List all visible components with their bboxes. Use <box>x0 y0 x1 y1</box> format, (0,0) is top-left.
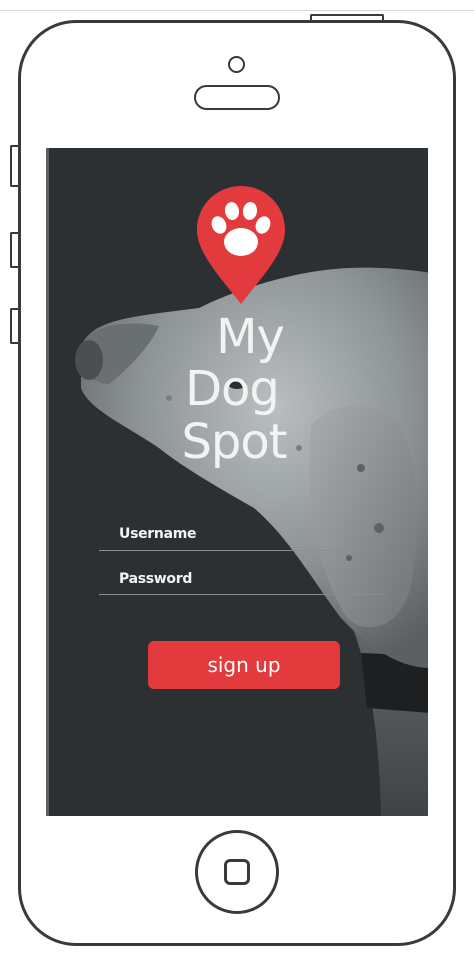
app-title-line-2: Dog <box>185 361 280 417</box>
username-underline <box>99 550 385 551</box>
app-title-line-3: Spot <box>181 414 287 470</box>
home-square-icon <box>224 859 250 885</box>
login-screen: My Dog Spot Username Password sign up <box>46 148 428 816</box>
password-underline <box>99 594 385 595</box>
paw-location-pin-icon <box>197 186 285 304</box>
top-divider <box>0 10 474 11</box>
password-field[interactable]: Password <box>119 571 192 587</box>
username-field[interactable]: Username <box>119 526 197 542</box>
app-title-line-1: My <box>216 309 285 365</box>
earpiece-speaker <box>194 85 280 110</box>
sign-up-button[interactable]: sign up <box>148 641 340 689</box>
front-camera <box>228 56 245 73</box>
